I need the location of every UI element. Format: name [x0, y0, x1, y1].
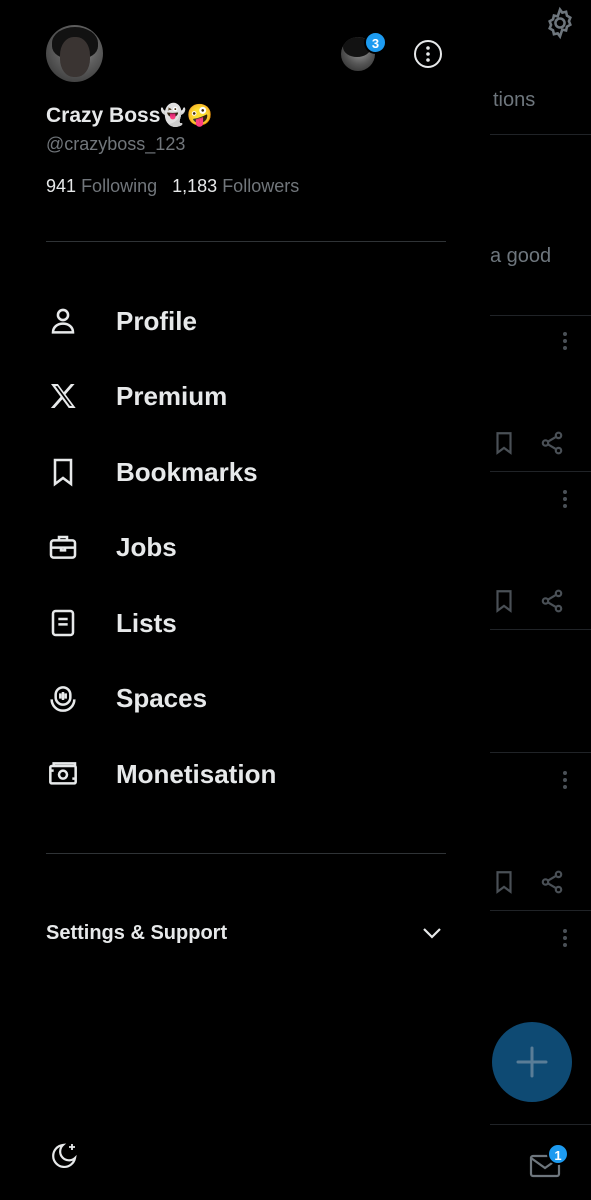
menu-item-premium[interactable]: Premium	[46, 368, 446, 424]
bookmark-icon[interactable]	[491, 869, 517, 895]
settings-support-toggle[interactable]: Settings & Support	[46, 916, 446, 950]
plus-icon	[516, 1046, 548, 1078]
person-icon	[51, 308, 75, 334]
settings-support-label: Settings & Support	[46, 921, 228, 944]
menu-item-jobs[interactable]: Jobs	[46, 519, 446, 575]
dark-mode-toggle-icon[interactable]	[48, 1140, 80, 1172]
background-separator	[490, 471, 591, 472]
menu-item-label: Premium	[116, 380, 228, 411]
share-icon[interactable]	[539, 430, 565, 456]
background-separator	[490, 752, 591, 753]
bookmark-icon	[53, 458, 73, 487]
followers-count: 1,183	[172, 176, 218, 196]
post-more-icon[interactable]	[558, 769, 572, 791]
menu-item-monetisation[interactable]: Monetisation	[46, 746, 446, 802]
display-name[interactable]: Crazy Boss👻🤪	[46, 104, 213, 128]
avatar[interactable]	[46, 25, 103, 82]
gear-icon[interactable]	[543, 6, 577, 40]
follow-stats: 941 Following 1,183 Followers	[46, 176, 299, 197]
x-logo-icon	[50, 384, 76, 408]
bookmark-icon[interactable]	[491, 430, 517, 456]
spaces-icon	[50, 686, 76, 712]
background-post-fragment: a good	[490, 245, 552, 267]
followers-link[interactable]: 1,183 Followers	[172, 176, 299, 196]
post-more-icon[interactable]	[558, 330, 572, 352]
menu-item-profile[interactable]: Profile	[46, 293, 446, 349]
background-separator	[490, 629, 591, 630]
divider	[46, 853, 446, 854]
money-icon	[49, 762, 77, 785]
menu-item-bookmarks[interactable]: Bookmarks	[46, 444, 446, 500]
menu-item-label: Bookmarks	[116, 456, 258, 487]
following-link[interactable]: 941 Following	[46, 176, 157, 196]
more-options-icon[interactable]	[413, 39, 443, 69]
chevron-down-icon	[423, 928, 441, 939]
background-separator	[490, 134, 591, 135]
briefcase-icon	[49, 535, 77, 559]
followers-label: Followers	[222, 176, 300, 196]
mail-badge: 1	[547, 1143, 569, 1165]
menu-item-lists[interactable]: Lists	[46, 595, 446, 651]
menu-item-label: Profile	[116, 305, 197, 336]
background-tab-fragment: tions	[493, 89, 536, 111]
list-icon	[51, 609, 75, 637]
menu-item-label: Spaces	[116, 682, 208, 713]
share-icon[interactable]	[539, 869, 565, 895]
account-switcher-badge: 3	[364, 31, 387, 54]
background-separator	[490, 910, 591, 911]
share-icon[interactable]	[539, 588, 565, 614]
menu-item-label: Jobs	[116, 531, 177, 562]
bookmark-icon[interactable]	[491, 588, 517, 614]
menu-item-spaces[interactable]: Spaces	[46, 670, 446, 726]
menu-item-label: Lists	[116, 607, 177, 638]
following-count: 941	[46, 176, 77, 196]
user-handle: @crazyboss_123	[46, 134, 186, 154]
background-separator	[490, 315, 591, 316]
navigation-drawer: 3 Crazy Boss👻🤪 @crazyboss_123 941 Follow…	[0, 0, 490, 1200]
post-more-icon[interactable]	[558, 927, 572, 949]
following-label: Following	[81, 176, 158, 196]
compose-post-button[interactable]	[492, 1022, 572, 1102]
post-more-icon[interactable]	[558, 488, 572, 510]
divider	[46, 241, 446, 242]
menu-item-label: Monetisation	[116, 758, 277, 789]
background-separator	[490, 1124, 591, 1125]
